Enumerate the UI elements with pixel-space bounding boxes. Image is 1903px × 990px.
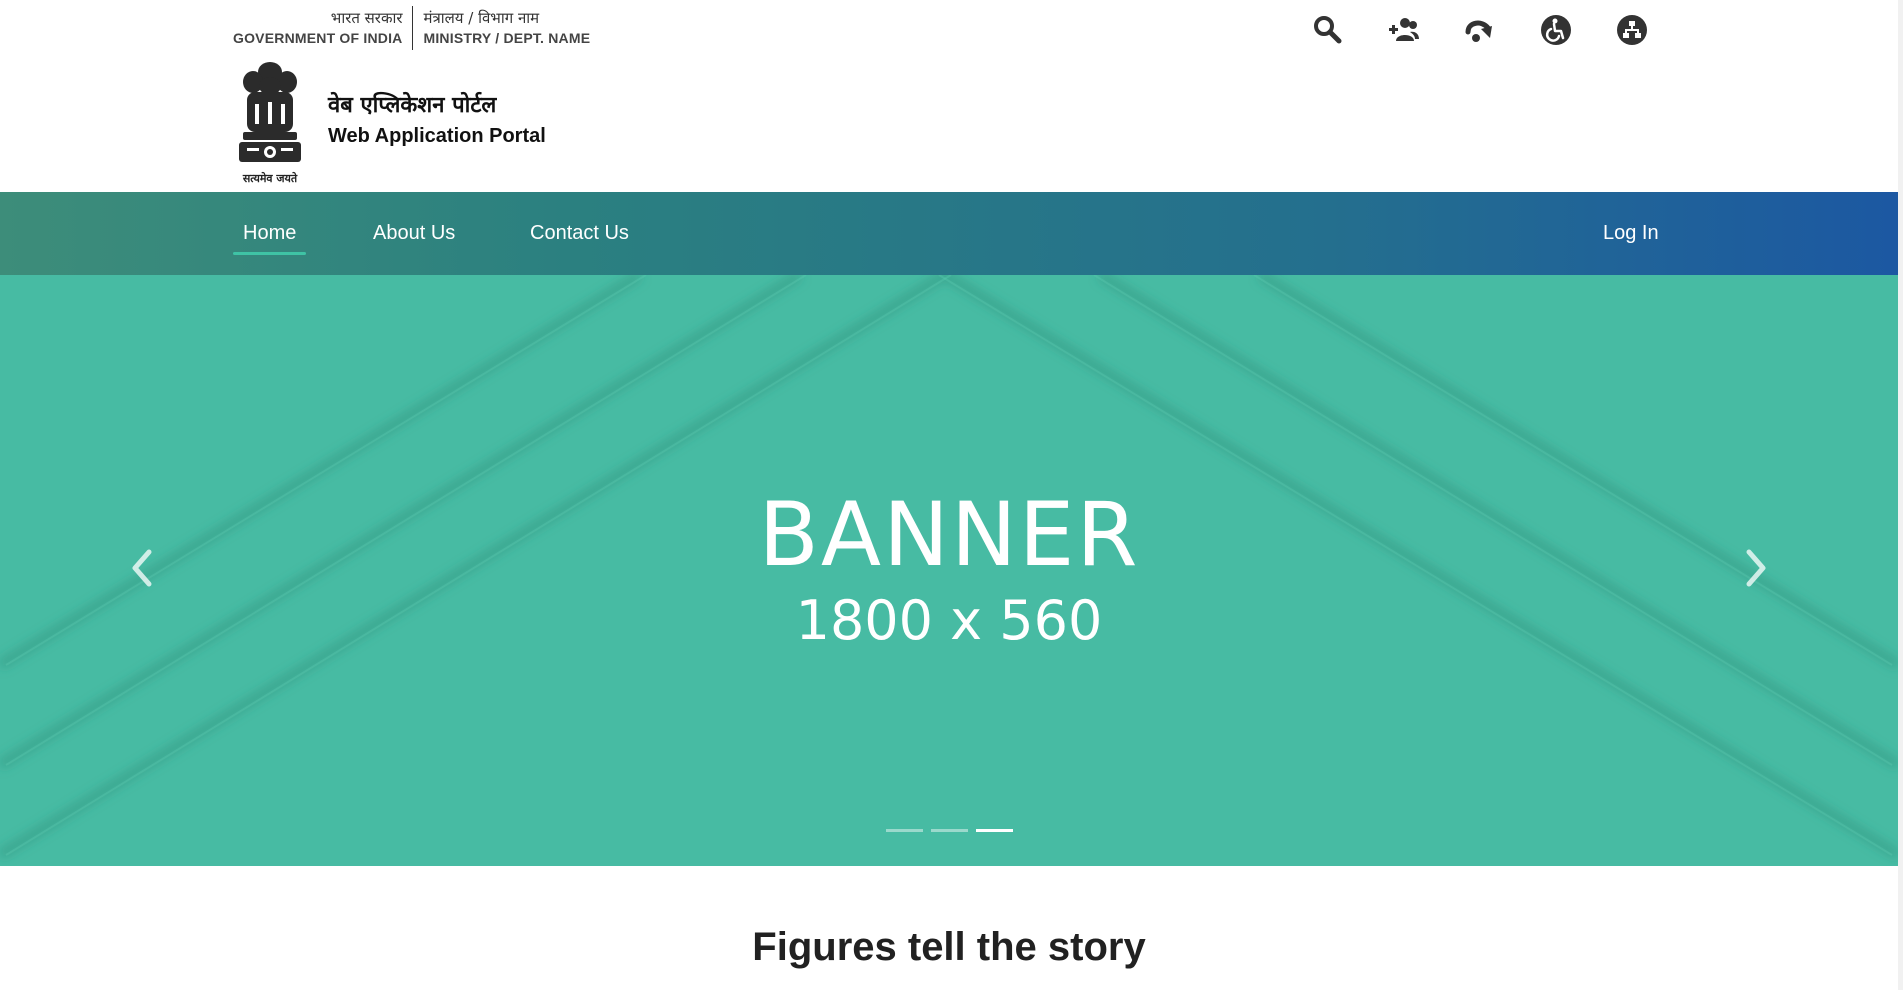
accessibility-icon (1541, 15, 1571, 45)
emblem-motto: सत्यमेव जयते (242, 172, 298, 185)
carousel-next-button[interactable] (1736, 543, 1776, 593)
gov-hindi-label: भारत सरकार (330, 9, 403, 27)
ministry-english-label: MINISTRY / DEPT. NAME (423, 30, 591, 46)
national-emblem-logo[interactable]: सत्यमेव जयते (233, 58, 307, 188)
carousel-indicator-1[interactable] (886, 829, 923, 832)
site-header: भारत सरकार GOVERNMENT OF INDIA मंत्रालय … (0, 0, 1898, 192)
main-navigation: Home About Us Contact Us Log In (0, 192, 1898, 275)
skip-to-content-button[interactable] (1462, 12, 1498, 48)
utility-icons (1310, 12, 1650, 48)
search-icon (1314, 16, 1342, 44)
nav-home[interactable]: Home (233, 192, 307, 275)
banner-title: BANNER (758, 483, 1140, 586)
government-strip: भारत सरकार GOVERNMENT OF INDIA मंत्रालय … (233, 6, 590, 50)
carousel-indicator-3[interactable] (976, 829, 1013, 832)
carousel-prev-button[interactable] (122, 543, 162, 593)
page: भारत सरकार GOVERNMENT OF INDIA मंत्रालय … (0, 0, 1903, 990)
carousel-indicators (886, 829, 1013, 832)
nav-about-us[interactable]: About Us (373, 192, 455, 275)
sitemap-icon (1617, 15, 1647, 45)
ministry-block: मंत्रालय / विभाग नाम MINISTRY / DEPT. NA… (413, 6, 590, 50)
social-media-button[interactable] (1386, 12, 1422, 48)
gov-english-label: GOVERNMENT OF INDIA (233, 30, 403, 46)
portal-title[interactable]: वेब एप्लिकेशन पोर्टल Web Application Por… (328, 92, 546, 150)
government-of-india-block: भारत सरकार GOVERNMENT OF INDIA (233, 6, 414, 50)
accessibility-button[interactable] (1538, 12, 1574, 48)
portal-title-english: Web Application Portal (328, 125, 546, 147)
skip-to-content-icon (1465, 20, 1492, 42)
figures-section-title: Figures tell the story (752, 925, 1146, 969)
nav-contact-us[interactable]: Contact Us (530, 192, 629, 275)
chevron-right-icon (1746, 549, 1766, 587)
login-link[interactable]: Log In (1603, 192, 1659, 275)
ashoka-lions-icon (239, 62, 301, 162)
banner-subtitle: 1800 x 560 (795, 589, 1103, 652)
portal-title-hindi: वेब एप्लिकेशन पोर्टल (328, 93, 497, 118)
banner-caption: BANNER 1800 x 560 (0, 485, 1898, 653)
search-button[interactable] (1310, 12, 1346, 48)
carousel-indicator-2[interactable] (931, 829, 968, 832)
page-scrollbar[interactable] (1898, 0, 1903, 990)
ministry-hindi-label: मंत्रालय / विभाग नाम (423, 9, 540, 27)
chevron-left-icon (132, 549, 152, 587)
banner-carousel: BANNER 1800 x 560 (0, 275, 1898, 866)
sitemap-button[interactable] (1614, 12, 1650, 48)
social-users-icon (1389, 18, 1419, 41)
